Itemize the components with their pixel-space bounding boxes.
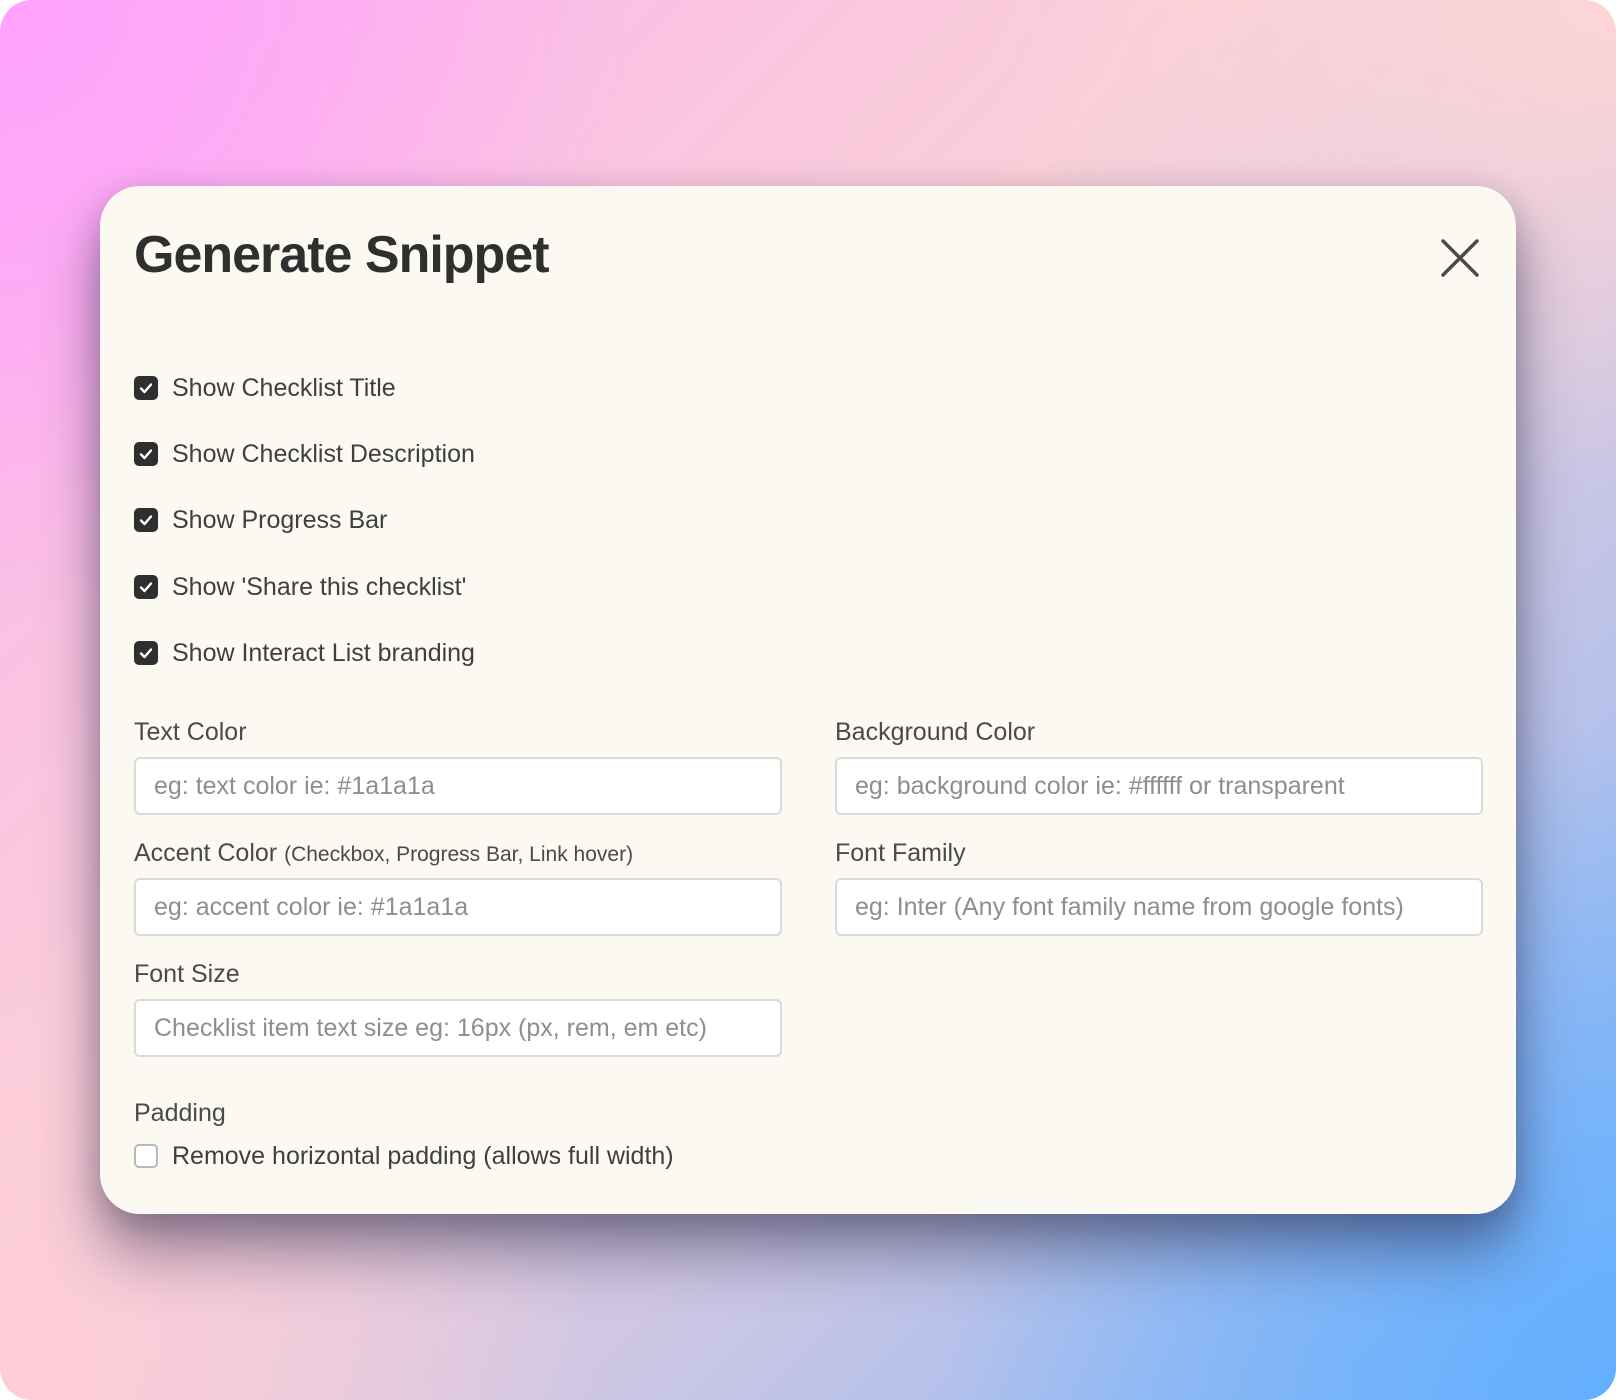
accent-color-input[interactable] [134,878,782,936]
option-show-progress-bar[interactable]: Show Progress Bar [134,503,387,537]
text-color-input[interactable] [134,757,782,815]
checkmark-icon [139,515,153,526]
accent-color-hint: (Checkbox, Progress Bar, Link hover) [284,843,634,866]
checkbox-show-branding[interactable] [134,641,158,665]
background-color-input[interactable] [835,757,1483,815]
option-show-branding[interactable]: Show Interact List branding [134,636,475,670]
padding-label: Padding [134,1099,226,1127]
generate-snippet-modal: Generate Snippet Show Checklist Title Sh… [100,186,1516,1214]
checkmark-icon [139,449,153,460]
checkmark-icon [139,582,153,593]
modal-title: Generate Snippet [134,226,550,284]
option-label: Show Interact List branding [172,638,475,667]
close-button[interactable] [1436,234,1484,282]
option-label: Show Checklist Title [172,373,396,402]
close-icon [1441,239,1479,277]
checkmark-icon [139,383,153,394]
background-color-label: Background Color [835,718,1036,746]
option-label: Remove horizontal padding (allows full w… [172,1141,674,1170]
option-label: Show 'Share this checklist' [172,572,467,601]
checkbox-remove-horizontal-padding[interactable] [134,1144,158,1168]
font-size-input[interactable] [134,999,782,1057]
option-show-checklist-title[interactable]: Show Checklist Title [134,371,396,405]
font-size-label: Font Size [134,960,240,988]
accent-color-label: Accent Color (Checkbox, Progress Bar, Li… [134,838,633,870]
option-label: Show Progress Bar [172,505,388,534]
font-family-label: Font Family [835,839,966,867]
option-remove-horizontal-padding[interactable]: Remove horizontal padding (allows full w… [134,1139,674,1173]
font-family-input[interactable] [835,878,1483,936]
text-color-label: Text Color [134,718,247,746]
option-show-checklist-description[interactable]: Show Checklist Description [134,437,475,471]
checkbox-show-progress-bar[interactable] [134,508,158,532]
checkbox-show-checklist-description[interactable] [134,442,158,466]
checkbox-show-checklist-title[interactable] [134,376,158,400]
option-label: Show Checklist Description [172,439,475,468]
option-show-share-checklist[interactable]: Show 'Share this checklist' [134,570,466,604]
checkbox-show-share-checklist[interactable] [134,575,158,599]
checkmark-icon [139,648,153,659]
accent-color-label-text: Accent Color [134,839,278,867]
